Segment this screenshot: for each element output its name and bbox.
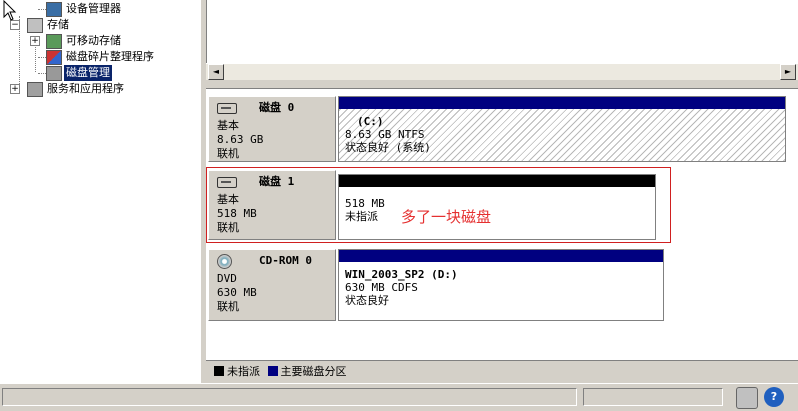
status-panel: [583, 388, 723, 406]
partition-d[interactable]: WIN_2003_SP2 (D:) 630 MB CDFS 状态良好: [338, 249, 664, 321]
annotation-highlight-box: [206, 167, 671, 243]
expand-icon[interactable]: +: [10, 84, 20, 94]
tree-item-removable-storage[interactable]: + 可移动存储: [0, 33, 200, 49]
tree-item-label: 存储: [47, 18, 69, 31]
disk-type: DVD: [217, 272, 237, 285]
mouse-cursor-icon: [3, 0, 17, 21]
partition-size-fs: 630 MB CDFS: [345, 281, 418, 294]
disk-row-cdrom[interactable]: CD-ROM 0 DVD 630 MB 联机 WIN_2003_SP2 (D:)…: [208, 249, 786, 321]
scroll-right-button[interactable]: ►: [780, 64, 796, 80]
primary-partition-bar: [339, 97, 785, 109]
disk-management-icon: [46, 66, 62, 81]
partition-details: (C:) 8.63 GB NTFS 状态良好 (系统): [345, 115, 431, 154]
legend-primary-label: 主要磁盘分区: [280, 365, 347, 378]
cd-rom-icon: [217, 254, 232, 269]
tree-item-device-manager[interactable]: 设备管理器: [0, 1, 200, 17]
partition-size-fs: 8.63 GB NTFS: [345, 128, 425, 141]
volume-list[interactable]: [206, 0, 798, 63]
removable-storage-icon: [46, 34, 62, 49]
tree-item-disk-management[interactable]: 磁盘管理: [0, 64, 200, 82]
partition-label: WIN_2003_SP2 (D:): [345, 268, 458, 281]
disk-status: 联机: [217, 300, 239, 313]
tree-item-label: 设备管理器: [66, 2, 121, 15]
disk-name: 磁盘 0: [259, 101, 295, 114]
primary-partition-bar: [339, 250, 663, 262]
partition-c[interactable]: (C:) 8.63 GB NTFS 状态良好 (系统): [338, 96, 786, 162]
disk-row-0[interactable]: 磁盘 0 基本 8.63 GB 联机 (C:) 8.63 GB NTFS 状态良…: [208, 96, 786, 162]
computer-icon[interactable]: [736, 387, 758, 409]
disk-type: 基本: [217, 119, 239, 132]
status-bar: ?: [0, 383, 798, 411]
console-tree: 设备管理器 − 存储 + 可移动存储 磁盘碎片整理程序 磁盘管理 + 服务和应用…: [0, 0, 202, 383]
storage-icon: [27, 18, 43, 33]
disk-info: 磁盘 0 基本 8.63 GB 联机: [208, 96, 336, 162]
hard-disk-icon: [217, 103, 237, 114]
tree-item-storage[interactable]: − 存储: [0, 17, 200, 33]
help-icon[interactable]: ?: [764, 387, 784, 407]
horizontal-scrollbar[interactable]: ◄ ►: [206, 63, 798, 80]
partition-status: 状态良好 (系统): [345, 141, 431, 154]
partition-details: WIN_2003_SP2 (D:) 630 MB CDFS 状态良好: [345, 268, 458, 307]
unallocated-swatch: [214, 366, 224, 376]
expand-icon[interactable]: +: [30, 36, 40, 46]
services-icon: [27, 82, 43, 97]
primary-partition-swatch: [267, 366, 278, 376]
disk-size: 8.63 GB: [217, 133, 264, 146]
disk-info: CD-ROM 0 DVD 630 MB 联机: [208, 249, 336, 321]
tree-item-label: 磁盘管理: [63, 64, 113, 82]
partition-label: (C:): [357, 115, 384, 128]
disk-size: 630 MB: [217, 286, 257, 299]
partition-status: 状态良好: [345, 294, 389, 307]
legend: 未指派 主要磁盘分区: [206, 360, 798, 383]
tree-item-label: 磁盘碎片整理程序: [66, 50, 154, 63]
tree-item-services-apps[interactable]: + 服务和应用程序: [0, 81, 200, 97]
disk-status: 联机: [217, 147, 239, 160]
annotation-text: 多了一块磁盘: [401, 208, 492, 226]
disk-name: CD-ROM 0: [259, 254, 312, 267]
status-panel: [2, 388, 577, 406]
defrag-icon: [46, 50, 62, 65]
tree-item-label: 服务和应用程序: [47, 82, 124, 95]
legend-unallocated-label: 未指派: [227, 365, 260, 378]
computer-icon: [46, 2, 62, 17]
tree-item-defrag[interactable]: 磁盘碎片整理程序: [0, 49, 200, 65]
tree-item-label: 可移动存储: [66, 34, 121, 47]
scroll-left-button[interactable]: ◄: [208, 64, 224, 80]
